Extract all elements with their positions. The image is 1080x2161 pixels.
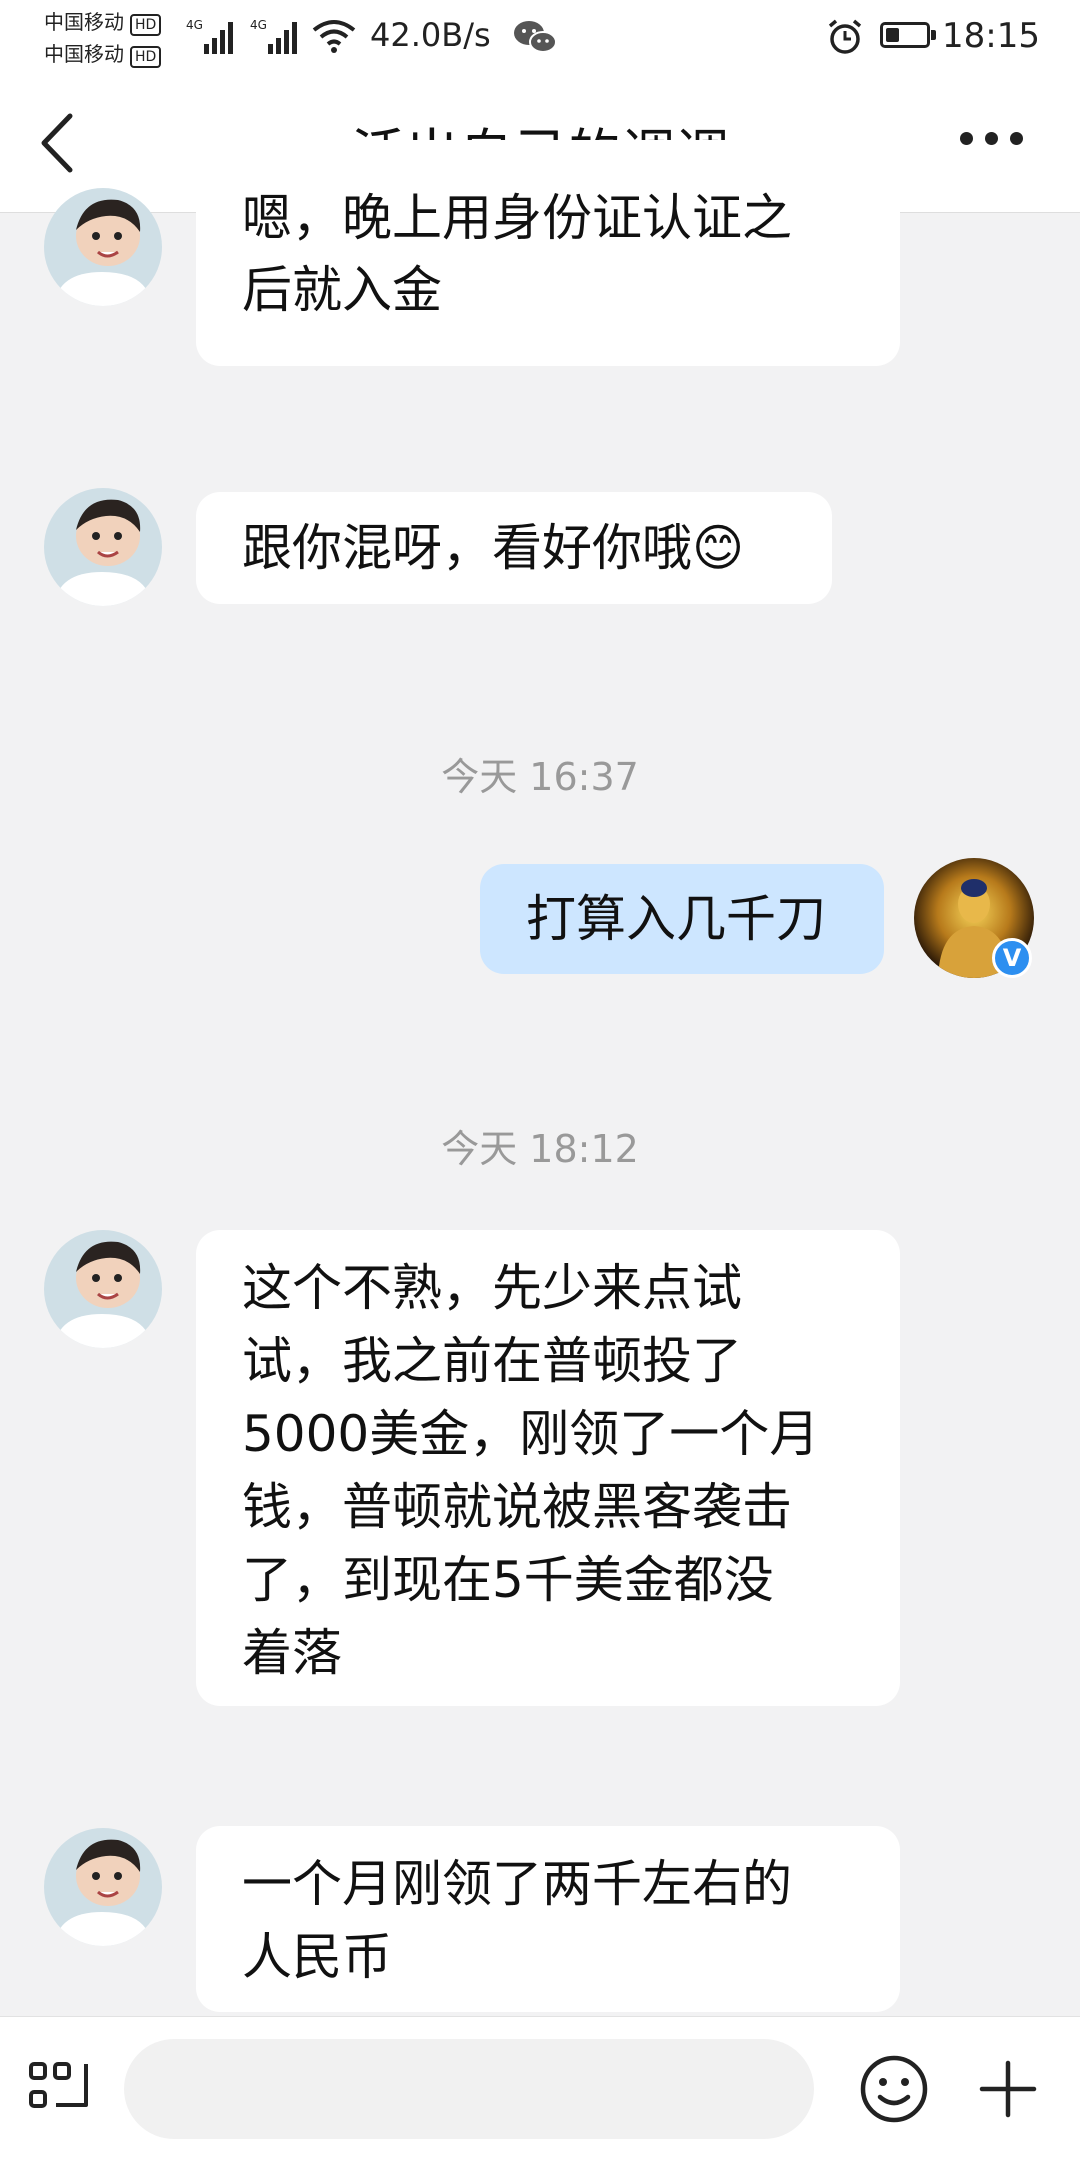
message-timestamp: 今天 18:12 — [441, 1127, 639, 1171]
message-bubble-incoming[interactable]: 跟你混呀，看好你哦😊 — [196, 492, 832, 604]
battery-fill — [886, 28, 899, 42]
battery-icon — [880, 22, 930, 48]
child-avatar-image — [44, 1230, 162, 1348]
message-text: 跟你混呀，看好你哦😊 — [242, 519, 745, 577]
message-text-line: 后就入金 — [242, 261, 442, 319]
contact-avatar[interactable] — [44, 1828, 162, 1946]
message-bubble-outgoing[interactable]: 打算入几千刀 — [480, 864, 884, 974]
message-bubble-incoming[interactable]: 一个月刚领了两千左右的 人民币 — [196, 1826, 900, 2012]
contact-avatar[interactable] — [44, 1230, 162, 1348]
verified-icon: V — [1002, 944, 1022, 972]
net-speed: 42.0B/s — [370, 16, 491, 54]
carrier-2: 中国移动 HD — [44, 38, 162, 68]
clock: 18:15 — [942, 16, 1040, 56]
emoji-icon[interactable] — [858, 2053, 930, 2125]
message-text-line: 人民币 — [242, 1928, 392, 1986]
message-text-line: 一个月刚领了两千左右的 — [242, 1855, 792, 1913]
message-text-line: 着落 — [242, 1624, 342, 1682]
message-text: 打算入几千刀 — [526, 890, 826, 948]
carrier-2-label: 中国移动 — [44, 42, 124, 66]
message-input-bar — [0, 2016, 1080, 2161]
contact-avatar[interactable] — [44, 488, 162, 606]
quick-menu-icon[interactable] — [28, 2061, 96, 2117]
wechat-icon — [514, 21, 557, 53]
message-text-line: 5000美金，刚领了一个月 — [242, 1405, 820, 1463]
signal-icon-2: 4G — [250, 18, 302, 54]
hd-badge-1: HD — [130, 14, 162, 36]
network-type-1: 4G — [186, 18, 203, 32]
carrier-1-label: 中国移动 — [44, 10, 124, 34]
message-input[interactable] — [124, 2039, 814, 2139]
message-text-line: 嗯，晚上用身份证认证之 — [242, 189, 792, 247]
child-avatar-image — [44, 188, 162, 306]
message-text-line: 钱，普顿就说被黑客袭击 — [242, 1478, 792, 1536]
network-type-2: 4G — [250, 18, 267, 32]
battery-tip — [931, 30, 936, 40]
message-bubble-incoming[interactable]: 这个不熟，先少来点试 试，我之前在普顿投了 5000美金，刚领了一个月 钱，普顿… — [196, 1230, 900, 1706]
status-bar: 中国移动 HD 中国移动 HD 4G 4G 42.0B/s 18:15 — [0, 0, 1080, 72]
message-text-line: 试，我之前在普顿投了 — [242, 1332, 742, 1390]
signal-icon-1: 4G — [186, 18, 238, 54]
message-text-line: 这个不熟，先少来点试 — [242, 1259, 742, 1317]
contact-avatar[interactable] — [44, 188, 162, 306]
more-options-icon[interactable] — [954, 130, 1044, 154]
plus-icon[interactable] — [978, 2059, 1038, 2119]
message-timestamp: 今天 16:37 — [441, 755, 639, 799]
child-avatar-image — [44, 1828, 162, 1946]
hd-badge-2: HD — [130, 46, 162, 68]
child-avatar-image — [44, 488, 162, 606]
alarm-icon — [828, 19, 862, 54]
verified-badge: V — [992, 938, 1032, 978]
message-text: 嗯，晚上用身份证认证之 后就入金 — [242, 189, 792, 326]
message-text-line: 了，到现在5千美金都没 — [242, 1551, 774, 1609]
wifi-icon — [312, 20, 356, 53]
carrier-1: 中国移动 HD — [44, 6, 162, 36]
